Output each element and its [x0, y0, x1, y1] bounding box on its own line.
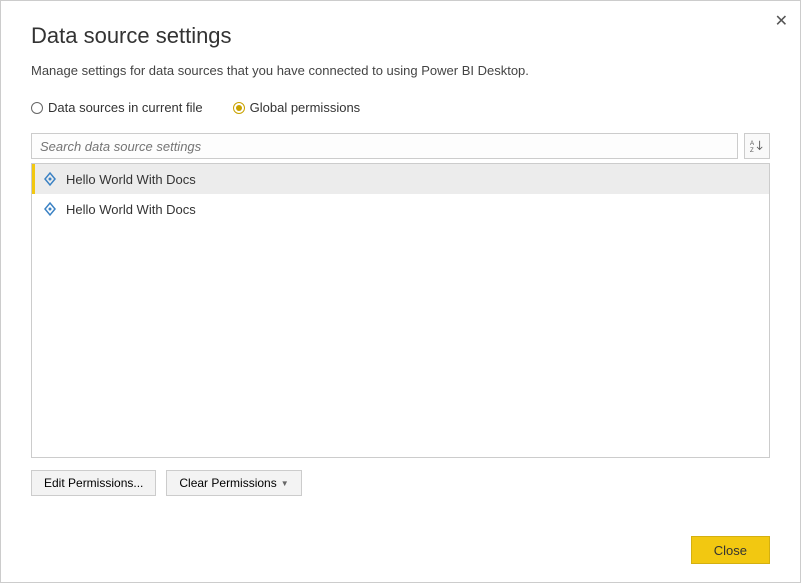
radio-label: Data sources in current file	[48, 100, 203, 115]
radio-unchecked-icon	[31, 102, 43, 114]
sort-button[interactable]: A Z	[744, 133, 770, 159]
search-input[interactable]	[31, 133, 738, 159]
chevron-down-icon: ▼	[281, 479, 289, 488]
radio-current-file[interactable]: Data sources in current file	[31, 100, 203, 115]
clear-permissions-button[interactable]: Clear Permissions ▼	[166, 470, 301, 496]
dialog-content: Data source settings Manage settings for…	[1, 1, 800, 582]
radio-group: Data sources in current file Global perm…	[31, 100, 770, 115]
close-button[interactable]: Close	[691, 536, 770, 564]
button-label: Clear Permissions	[179, 476, 276, 490]
sort-az-icon: A Z	[750, 139, 764, 153]
list-item-label: Hello World With Docs	[66, 172, 196, 187]
data-source-icon	[42, 201, 58, 217]
button-label: Close	[714, 543, 747, 558]
list-item[interactable]: Hello World With Docs	[32, 164, 769, 194]
action-buttons: Edit Permissions... Clear Permissions ▼	[31, 470, 770, 496]
edit-permissions-button[interactable]: Edit Permissions...	[31, 470, 156, 496]
svg-text:Z: Z	[750, 147, 754, 153]
radio-checked-icon	[233, 102, 245, 114]
button-label: Edit Permissions...	[44, 476, 143, 490]
radio-global-permissions[interactable]: Global permissions	[233, 100, 361, 115]
svg-text:A: A	[750, 140, 755, 147]
dialog-footer: Close	[31, 536, 770, 564]
close-icon[interactable]: ✕	[775, 11, 788, 31]
page-subtitle: Manage settings for data sources that yo…	[31, 63, 770, 78]
page-title: Data source settings	[31, 23, 770, 49]
search-row: A Z	[31, 133, 770, 159]
list-item[interactable]: Hello World With Docs	[32, 194, 769, 224]
list-item-label: Hello World With Docs	[66, 202, 196, 217]
radio-label: Global permissions	[250, 100, 361, 115]
data-source-icon	[42, 171, 58, 187]
data-source-list[interactable]: Hello World With Docs Hello World With D…	[31, 163, 770, 458]
